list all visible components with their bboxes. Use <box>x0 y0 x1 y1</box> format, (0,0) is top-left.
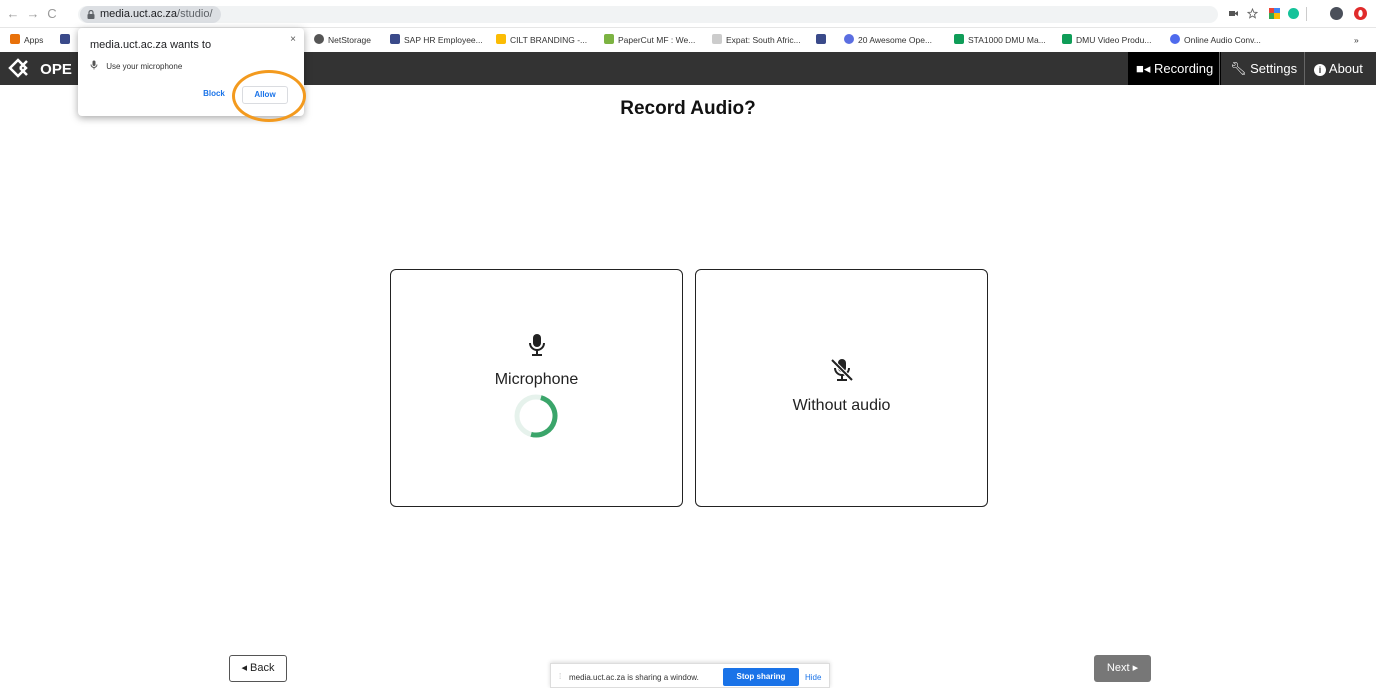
option-without-audio[interactable]: Without audio <box>695 269 988 507</box>
nav-recording[interactable]: ■◂ Recording <box>1128 52 1222 85</box>
close-icon[interactable]: × <box>290 34 296 45</box>
shield-icon <box>390 34 400 44</box>
bookmark-apps[interactable]: Apps <box>10 34 43 46</box>
app-name: OPE <box>40 61 72 78</box>
papercut-icon <box>604 34 614 44</box>
awesome-icon <box>844 34 854 44</box>
sheets-icon <box>1062 34 1072 44</box>
back-arrow-icon[interactable]: ← <box>5 6 21 21</box>
shield-icon <box>816 34 826 44</box>
nav-about-label: About <box>1328 61 1363 76</box>
bookmark-sta1000[interactable]: STA1000 DMU Ma... <box>954 34 1046 46</box>
forward-arrow-icon[interactable]: → <box>25 6 41 21</box>
drag-handle-icon[interactable]: ⁞ <box>559 672 561 681</box>
toolbar-divider <box>1306 7 1307 21</box>
wrench-icon: 🔧︎ <box>1230 61 1247 76</box>
extension-icon[interactable] <box>1269 8 1280 19</box>
option-without-audio-label: Without audio <box>792 397 891 414</box>
url-path: /studio/ <box>177 8 213 20</box>
page-icon <box>712 34 722 44</box>
bookmark-papercut[interactable]: PaperCut MF : We... <box>604 34 695 46</box>
hide-button[interactable]: Hide <box>805 673 821 682</box>
url-display[interactable]: media.uct.ac.za/studio/ <box>80 6 221 23</box>
allow-highlight-ring <box>232 70 306 122</box>
bookmark-sap-hr[interactable]: SAP HR Employee... <box>390 34 483 46</box>
opera-icon[interactable] <box>1354 7 1367 20</box>
permission-request-text: Use your microphone <box>106 62 183 71</box>
url-host: media.uct.ac.za <box>100 8 178 20</box>
screen-share-bar: ⁞ media.uct.ac.za is sharing a window. S… <box>550 663 830 688</box>
microphone-slash-icon <box>831 358 853 382</box>
permission-request: Use your microphone <box>90 60 182 71</box>
globe-icon <box>314 34 324 44</box>
option-microphone[interactable]: Microphone <box>390 269 683 507</box>
bookmark-cilt-branding[interactable]: CILT BRANDING -... <box>496 34 587 46</box>
address-bar[interactable] <box>78 6 1218 23</box>
star-icon[interactable] <box>1247 8 1258 19</box>
nav-settings[interactable]: 🔧︎ Settings <box>1222 52 1305 85</box>
bookmark-netstorage[interactable]: NetStorage <box>314 34 371 46</box>
bookmark-20-awesome[interactable]: 20 Awesome Ope... <box>844 34 932 46</box>
stop-sharing-button[interactable]: Stop sharing <box>723 668 799 686</box>
audio-converter-icon <box>1170 34 1180 44</box>
grammarly-icon[interactable] <box>1288 8 1299 19</box>
back-button[interactable]: ◂ Back <box>229 655 287 682</box>
microphone-icon <box>529 334 545 356</box>
bookmark-shield-2[interactable] <box>816 34 830 46</box>
permission-title: media.uct.ac.za wants to <box>90 39 212 51</box>
profile-avatar-icon[interactable] <box>1330 7 1343 20</box>
header-divider <box>1219 52 1220 85</box>
nav-about[interactable]: i About <box>1306 52 1371 85</box>
share-status-text: media.uct.ac.za is sharing a window. <box>569 673 699 682</box>
bookmark-shield[interactable] <box>60 34 74 46</box>
bookmark-dmu-video[interactable]: DMU Video Produ... <box>1062 34 1151 46</box>
bookmark-online-audio[interactable]: Online Audio Conv... <box>1170 34 1261 46</box>
reload-icon[interactable]: C <box>44 6 60 21</box>
loading-spinner <box>514 394 558 438</box>
opencast-logo-icon <box>8 58 28 78</box>
header-divider <box>1304 52 1305 85</box>
app-logo[interactable]: OPE <box>8 58 72 78</box>
shield-icon <box>60 34 70 44</box>
nav-settings-label: Settings <box>1250 61 1298 76</box>
video-camera-icon: ■◂ <box>1136 61 1151 76</box>
block-button[interactable]: Block <box>194 86 234 104</box>
drive-icon <box>496 34 506 44</box>
info-icon: i <box>1314 64 1326 76</box>
sheets-icon <box>954 34 964 44</box>
bookmarks-overflow[interactable]: » <box>1354 34 1359 46</box>
nav-recording-label: Recording <box>1154 61 1214 76</box>
next-button[interactable]: Next ▸ <box>1094 655 1151 682</box>
bookmark-expat[interactable]: Expat: South Afric... <box>712 34 801 46</box>
apps-grid-icon <box>10 34 20 44</box>
microphone-icon <box>90 60 98 70</box>
lock-icon <box>87 10 95 19</box>
camera-icon[interactable] <box>1228 8 1239 19</box>
option-microphone-label: Microphone <box>494 371 579 388</box>
browser-toolbar: ← → C media.uct.ac.za/studio/ <box>0 0 1376 28</box>
